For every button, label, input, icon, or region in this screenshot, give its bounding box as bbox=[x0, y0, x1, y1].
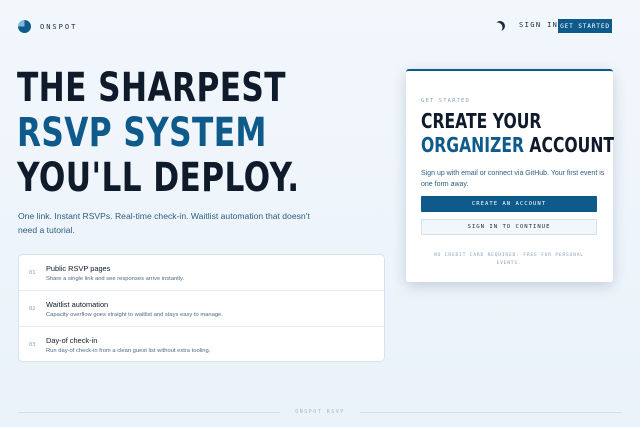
card-note: NO CREDIT CARD REQUIRED. FREE FOR PERSON… bbox=[434, 253, 584, 266]
card-title: CREATE YOUR ORGANIZER ACCOUNT bbox=[421, 109, 614, 157]
headline-line-2: RSVP SYSTEM bbox=[17, 110, 267, 156]
brand-name: ONSPOT bbox=[40, 22, 78, 31]
card-title-rest: ACCOUNT bbox=[523, 133, 615, 157]
sign-in-link[interactable]: SIGN IN bbox=[519, 21, 558, 29]
sign-in-continue-button[interactable]: SIGN IN TO CONTINUE bbox=[421, 219, 597, 235]
feature-item: 02 Waitlist automation Capacity overflow… bbox=[19, 291, 384, 327]
get-started-button[interactable]: GET STARTED bbox=[558, 19, 612, 33]
card-title-line-2: ORGANIZER ACCOUNT bbox=[421, 133, 614, 157]
feature-list: 01 Public RSVP pages Share a single link… bbox=[18, 254, 385, 362]
headline-line-1: THE SHARPEST bbox=[17, 65, 286, 111]
top-nav: ONSPOT SIGN IN GET STARTED bbox=[0, 0, 640, 52]
feature-number: 01 bbox=[29, 270, 36, 276]
headline-line-3: YOU'LL DEPLOY. bbox=[17, 155, 300, 201]
card-eyebrow: GET STARTED bbox=[421, 98, 470, 104]
feature-title: Waitlist automation bbox=[46, 300, 109, 309]
feature-item: 03 Day-of check-in Run day-of check-in f… bbox=[19, 327, 384, 363]
feature-description: Run day-of check-in from a clean guest l… bbox=[46, 348, 211, 354]
card-description: Sign up with email or connect via GitHub… bbox=[421, 170, 605, 188]
card-title-accent: ORGANIZER bbox=[421, 133, 524, 157]
hero-lede: One link. Instant RSVPs. Real-time check… bbox=[18, 211, 310, 235]
feature-title: Day-of check-in bbox=[46, 336, 98, 345]
card-title-line-1: CREATE YOUR bbox=[421, 109, 542, 133]
feature-description: Capacity overflow goes straight to waitl… bbox=[46, 312, 223, 318]
signup-card: GET STARTED CREATE YOUR ORGANIZER ACCOUN… bbox=[406, 69, 614, 282]
create-account-button[interactable]: CREATE AN ACCOUNT bbox=[421, 196, 597, 212]
feature-item: 01 Public RSVP pages Share a single link… bbox=[19, 255, 384, 291]
moon-icon[interactable] bbox=[495, 21, 505, 31]
feature-title: Public RSVP pages bbox=[46, 264, 111, 273]
feature-description: Share a single link and see responses ar… bbox=[46, 276, 185, 282]
footer-text: ONSPOT RSVP bbox=[295, 409, 345, 415]
brand[interactable]: ONSPOT bbox=[18, 20, 77, 33]
hero-headline: THE SHARPEST RSVP SYSTEM YOU'LL DEPLOY. bbox=[17, 66, 300, 201]
feature-number: 03 bbox=[29, 342, 36, 348]
onspot-logo-icon bbox=[18, 20, 31, 33]
feature-number: 02 bbox=[29, 306, 36, 312]
